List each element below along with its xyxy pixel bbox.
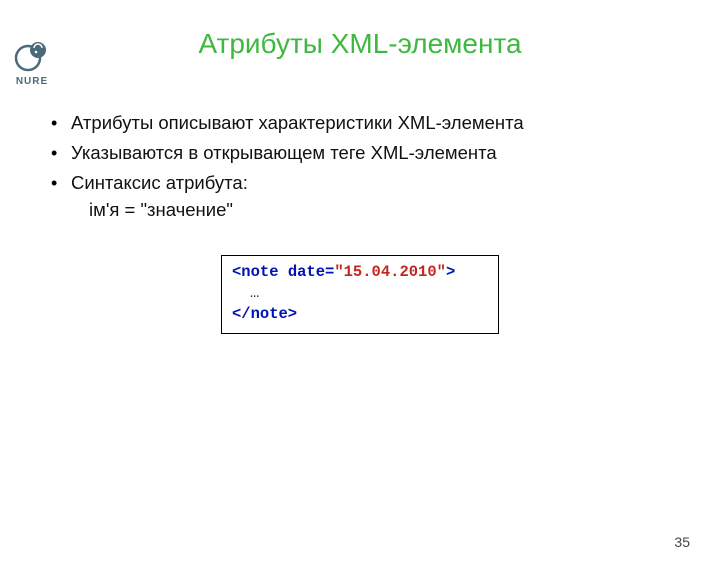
bullet-list: Атрибуты описывают характеристики XML-эл… [45, 110, 675, 196]
code-tag-close: </note> [232, 305, 297, 323]
slide-title: Атрибуты XML-элемента [0, 28, 720, 60]
bullet-item: Указываются в открывающем теге XML-элеме… [45, 140, 675, 167]
code-line-open: <note date="15.04.2010"> [232, 262, 488, 283]
code-body: … [232, 283, 488, 304]
logo-mark-icon [14, 38, 50, 74]
logo: NURE [14, 38, 50, 87]
logo-text: NURE [16, 76, 48, 87]
syntax-example: ім'я = "значение" [45, 199, 675, 221]
bullet-item: Атрибуты описывают характеристики XML-эл… [45, 110, 675, 137]
code-tag-open-end: > [446, 263, 455, 281]
code-attr-name: date= [288, 263, 335, 281]
code-example: <note date="15.04.2010"> … </note> [221, 255, 499, 334]
bullet-item: Синтаксис атрибута: [45, 170, 675, 197]
code-tag-open: <note [232, 263, 288, 281]
content-area: Атрибуты описывают характеристики XML-эл… [45, 110, 675, 334]
code-attr-value: "15.04.2010" [334, 263, 446, 281]
code-line-close: </note> [232, 304, 488, 325]
page-number: 35 [674, 534, 690, 550]
